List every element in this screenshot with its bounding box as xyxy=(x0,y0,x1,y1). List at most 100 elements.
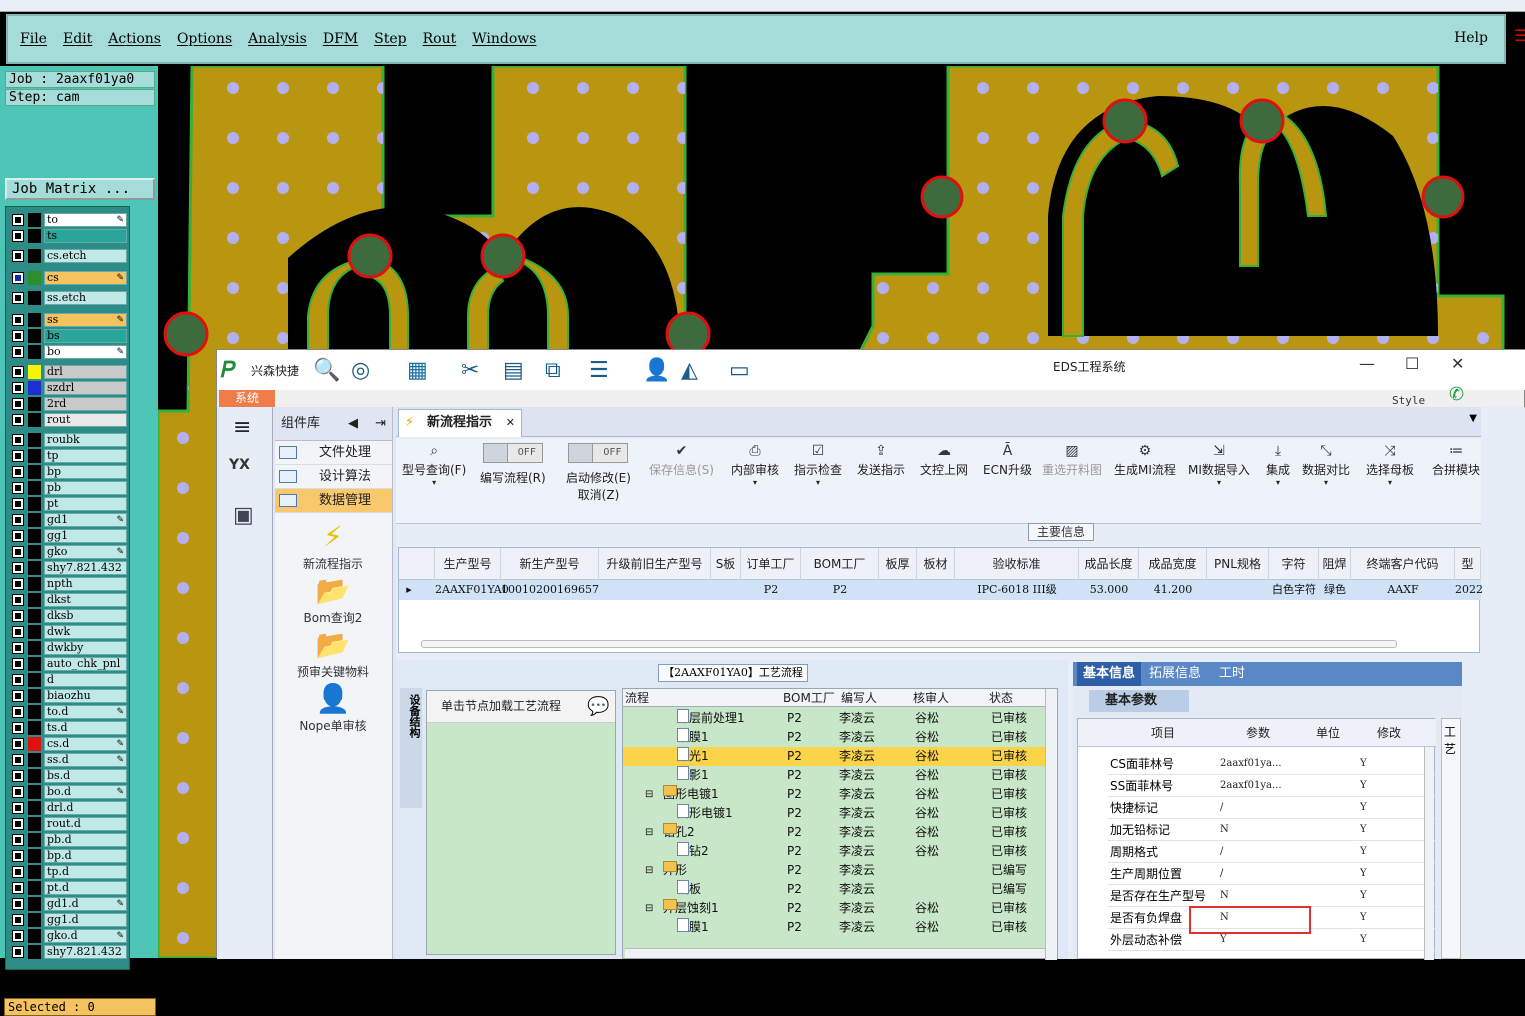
menu-rout[interactable]: Rout xyxy=(423,31,457,47)
grid-column-header[interactable]: S板 xyxy=(711,548,741,580)
layer-row[interactable]: tp.d xyxy=(9,865,131,879)
layer-row[interactable]: szdrl xyxy=(9,381,131,395)
layer-row[interactable]: biaozhu xyxy=(9,689,131,703)
layer-row[interactable]: ss.etch xyxy=(9,291,131,305)
param-row[interactable]: SS面菲林号 2aaxf01ya... Y xyxy=(1108,775,1436,797)
layer-name[interactable]: d xyxy=(44,673,127,687)
grid-cell[interactable]: IPC-6018 III级 xyxy=(955,580,1079,600)
lib-item[interactable]: 数据管理 xyxy=(275,489,392,513)
layer-name[interactable]: tp.d xyxy=(44,865,127,879)
layer-checkbox[interactable] xyxy=(12,382,24,394)
layer-name[interactable]: rout xyxy=(44,413,127,427)
tree-row[interactable]: 退膜1 P2 李凌云 谷松 已审核 xyxy=(623,918,1047,937)
layer-row[interactable]: bp.d xyxy=(9,849,131,863)
close-button[interactable]: ✕ xyxy=(1451,354,1464,373)
tree-row[interactable]: 曝光1 P2 李凌云 谷松 已审核 xyxy=(623,747,1047,766)
menu-edit[interactable]: Edit xyxy=(63,31,92,47)
menu-lines-icon[interactable]: ☰ xyxy=(1514,26,1525,48)
grid-column-header[interactable]: 成品宽度 xyxy=(1139,548,1207,580)
layer-row[interactable]: d xyxy=(9,673,131,687)
info-tab[interactable]: 工时 xyxy=(1219,662,1245,686)
merge-button[interactable]: ≔ 合拼模块 xyxy=(1432,443,1480,478)
param-column-header[interactable]: 修改 xyxy=(1358,719,1420,747)
layer-checkbox[interactable] xyxy=(12,754,24,766)
layer-row[interactable]: to.d ✎ xyxy=(9,705,131,719)
grid-column-header[interactable]: 订单工厂 xyxy=(741,548,801,580)
reselect-button[interactable]: ▨ 重选开料图 xyxy=(1042,443,1102,478)
layer-checkbox[interactable] xyxy=(12,398,24,410)
layer-checkbox[interactable] xyxy=(12,930,24,942)
grid-cell[interactable] xyxy=(917,580,955,600)
layer-checkbox[interactable] xyxy=(12,434,24,446)
layer-checkbox[interactable] xyxy=(12,530,24,542)
window-icon[interactable]: ▭ xyxy=(729,358,750,383)
layer-checkbox[interactable] xyxy=(12,292,24,304)
layer-name[interactable]: drl xyxy=(44,365,127,379)
layer-checkbox[interactable] xyxy=(12,882,24,894)
layer-checkbox[interactable] xyxy=(12,706,24,718)
layer-name[interactable]: bp xyxy=(44,465,127,479)
layer-checkbox[interactable] xyxy=(12,866,24,878)
grid-column-header[interactable]: 验收标准 xyxy=(955,548,1079,580)
layer-checkbox[interactable] xyxy=(12,330,24,342)
layer-name[interactable]: shy7.821.432 xyxy=(44,561,127,575)
info-tab[interactable]: 拓展信息 xyxy=(1149,662,1201,686)
layer-row[interactable]: roubk xyxy=(9,433,131,447)
layer-checkbox[interactable] xyxy=(12,786,24,798)
layer-row[interactable]: bo.d ✎ xyxy=(9,785,131,799)
layer-row[interactable]: tp xyxy=(9,449,131,463)
layer-row[interactable]: drl xyxy=(9,365,131,379)
layer-checkbox[interactable] xyxy=(12,498,24,510)
layer-name[interactable]: npth xyxy=(44,577,127,591)
phone-icon[interactable]: ✆ xyxy=(1449,384,1464,405)
grid-cell[interactable]: 2022 xyxy=(1455,580,1483,600)
layer-checkbox[interactable] xyxy=(12,414,24,426)
tree-column-header[interactable]: 状态 xyxy=(989,689,1013,707)
layer-name[interactable]: cs ✎ xyxy=(44,271,127,285)
menu-dfm[interactable]: DFM xyxy=(323,31,358,47)
layer-name[interactable]: ts.d xyxy=(44,721,127,735)
grid-column-header[interactable]: 生产型号 xyxy=(435,548,501,580)
search-icon[interactable]: 🔍 xyxy=(313,358,340,383)
layer-checkbox[interactable] xyxy=(12,230,24,242)
layer-name[interactable]: roubk xyxy=(44,433,127,447)
layer-row[interactable]: gd1.d ✎ xyxy=(9,897,131,911)
grid-cell[interactable]: 10010200169657 xyxy=(501,580,599,600)
layer-checkbox[interactable] xyxy=(12,738,24,750)
send-instruction-button[interactable]: ⇪ 发送指示 xyxy=(857,443,905,478)
copy-icon[interactable]: ⧉ xyxy=(545,358,561,383)
layer-row[interactable]: ts xyxy=(9,229,131,243)
layer-checkbox[interactable] xyxy=(12,610,24,622)
tab-dropdown-icon[interactable]: ▼ xyxy=(1469,413,1477,424)
grid-cell[interactable] xyxy=(711,580,741,600)
grid-cell[interactable]: P2 xyxy=(741,580,801,600)
layer-checkbox[interactable] xyxy=(12,802,24,814)
layer-name[interactable]: pb.d xyxy=(44,833,127,847)
internal-review-button[interactable]: ⎙ 内部审核 ▾ xyxy=(731,443,779,487)
layer-name[interactable]: dksb xyxy=(44,609,127,623)
menu-file[interactable]: File xyxy=(20,31,47,47)
layer-checkbox[interactable] xyxy=(12,578,24,590)
layer-checkbox[interactable] xyxy=(12,214,24,226)
layer-row[interactable]: pt.d xyxy=(9,881,131,895)
layer-name[interactable]: cs.d ✎ xyxy=(44,737,127,751)
compare-button[interactable]: ⤡ 数据对比 ▾ xyxy=(1302,443,1350,487)
layer-checkbox[interactable] xyxy=(12,346,24,358)
layer-checkbox[interactable] xyxy=(12,626,24,638)
layer-name[interactable]: dkst xyxy=(44,593,127,607)
layer-name[interactable]: shy7.821.432 xyxy=(44,945,127,959)
layer-row[interactable]: pb.d xyxy=(9,833,131,847)
param-column-header[interactable]: 单位 xyxy=(1298,719,1358,747)
layer-row[interactable]: shy7.821.432 xyxy=(9,945,131,959)
tree-row[interactable]: 外层前处理1 P2 李凌云 谷松 已审核 xyxy=(623,709,1047,728)
list-icon[interactable]: ☰ xyxy=(589,358,609,383)
film-icon[interactable]: ▤ xyxy=(503,358,524,383)
layer-checkbox[interactable] xyxy=(12,562,24,574)
layer-checkbox[interactable] xyxy=(12,514,24,526)
layer-row[interactable]: shy7.821.432 xyxy=(9,561,131,575)
hamburger-icon[interactable]: ≡ xyxy=(233,415,251,440)
doc-online-button[interactable]: ☁ 文控上网 xyxy=(920,443,968,478)
layer-row[interactable]: 2rd xyxy=(9,397,131,411)
grid-cell[interactable] xyxy=(599,580,711,600)
layer-checkbox[interactable] xyxy=(12,898,24,910)
